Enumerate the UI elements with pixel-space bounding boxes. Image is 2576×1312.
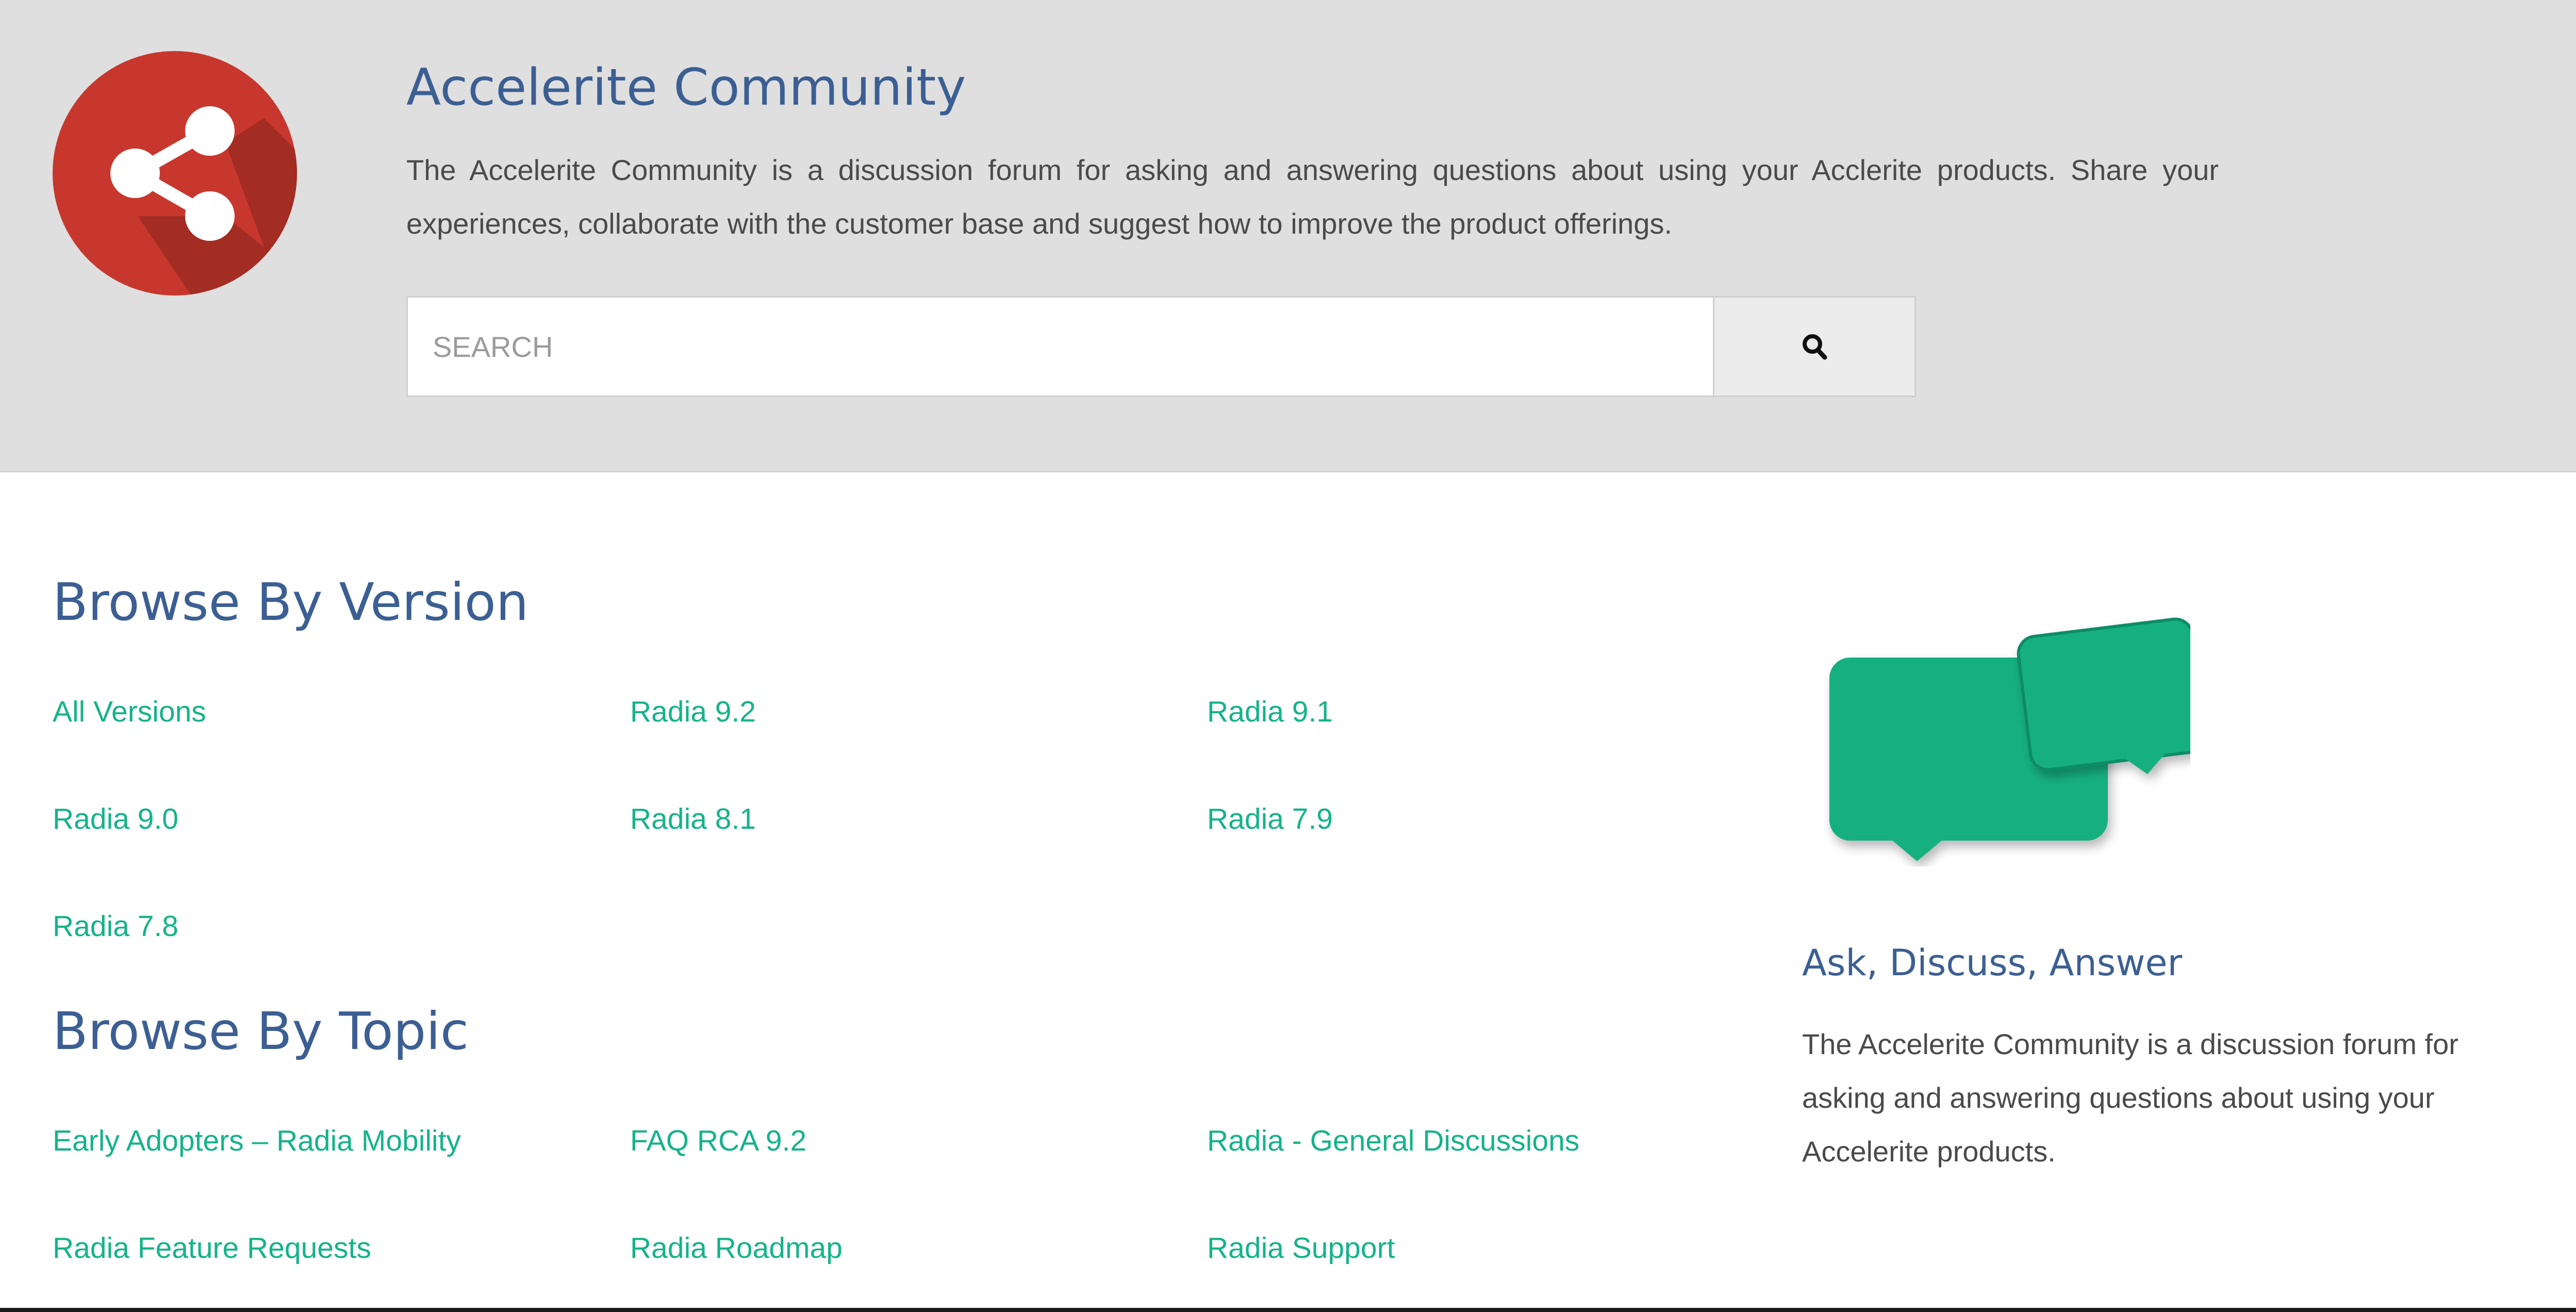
version-link-radia-7-8[interactable]: Radia 7.8 bbox=[53, 906, 178, 947]
version-link-radia-9-2[interactable]: Radia 9.2 bbox=[630, 691, 756, 732]
topic-link-feature-requests[interactable]: Radia Feature Requests bbox=[53, 1227, 371, 1269]
version-link-radia-9-0[interactable]: Radia 9.0 bbox=[53, 798, 178, 840]
topic-link-general-discussions[interactable]: Radia - General Discussions bbox=[1207, 1120, 1579, 1161]
version-link-radia-8-1[interactable]: Radia 8.1 bbox=[630, 798, 756, 840]
share-icon bbox=[53, 51, 297, 296]
page-title: Accelerite Community bbox=[406, 58, 966, 117]
community-logo bbox=[53, 51, 297, 296]
topic-link-early-adopters[interactable]: Early Adopters – Radia Mobility bbox=[53, 1120, 461, 1161]
topic-link-faq-rca[interactable]: FAQ RCA 9.2 bbox=[630, 1120, 806, 1161]
community-description: The Accelerite Community is a discussion… bbox=[406, 154, 2219, 240]
version-link-radia-7-9[interactable]: Radia 7.9 bbox=[1207, 798, 1333, 840]
search-button[interactable] bbox=[1713, 296, 1916, 397]
search-icon bbox=[1803, 334, 1827, 360]
hero-banner: Accelerite Community The Accelerite Comm… bbox=[0, 0, 2576, 472]
version-link-all[interactable]: All Versions bbox=[53, 691, 206, 732]
topic-link-support[interactable]: Radia Support bbox=[1207, 1227, 1395, 1269]
browse-topic-heading: Browse By Topic bbox=[53, 1001, 469, 1061]
topic-link-roadmap[interactable]: Radia Roadmap bbox=[630, 1227, 843, 1269]
chat-bubbles-icon bbox=[1819, 609, 2207, 866]
sidebar-description: The Accelerite Community is a discussion… bbox=[1802, 1028, 2458, 1168]
version-link-radia-9-1[interactable]: Radia 9.1 bbox=[1207, 691, 1333, 732]
footer-divider bbox=[0, 1308, 2576, 1312]
search-input[interactable] bbox=[406, 296, 1713, 397]
browse-version-heading: Browse By Version bbox=[53, 572, 529, 632]
sidebar-title: Ask, Discuss, Answer bbox=[1802, 942, 2183, 984]
